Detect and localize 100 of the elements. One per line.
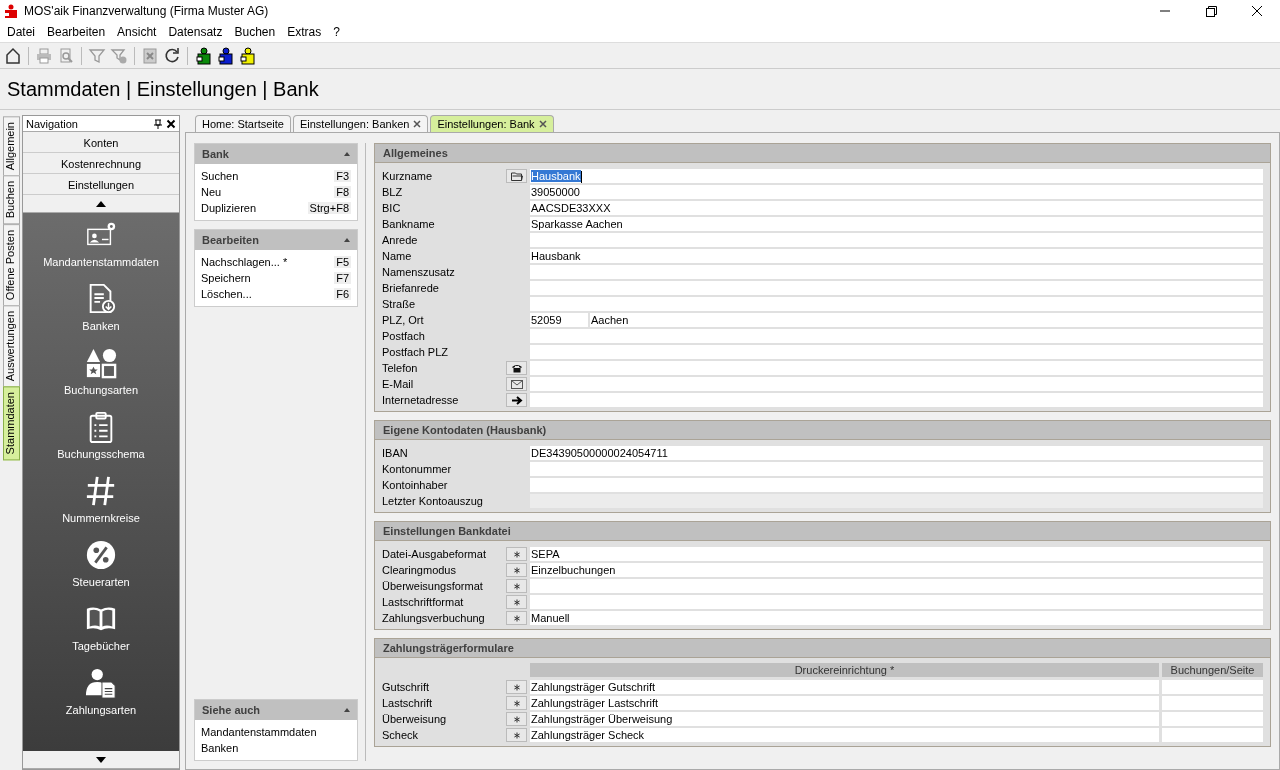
- text-field[interactable]: [1162, 696, 1263, 710]
- puzzle-person-icon[interactable]: [238, 46, 256, 65]
- document-tab[interactable]: Einstellungen: Banken: [292, 115, 429, 132]
- text-field[interactable]: [530, 361, 1263, 375]
- filter-icon[interactable]: [88, 46, 106, 65]
- text-field[interactable]: Aachen: [590, 313, 1263, 327]
- field-button[interactable]: [506, 595, 527, 609]
- text-field[interactable]: [530, 579, 1263, 593]
- printer-icon[interactable]: [35, 46, 53, 65]
- document-tab[interactable]: Home: Startseite: [195, 115, 291, 132]
- side-tab[interactable]: Stammdaten: [3, 386, 20, 461]
- filter-clear-icon[interactable]: [110, 46, 128, 65]
- field-button[interactable]: [506, 361, 527, 375]
- field-button[interactable]: [506, 579, 527, 593]
- navigation-item[interactable]: Nummernkreise: [62, 475, 140, 539]
- menu-item[interactable]: Extras: [282, 25, 329, 39]
- menu-item[interactable]: Datensatz: [163, 25, 230, 39]
- side-tab[interactable]: Auswertungen: [3, 304, 20, 388]
- field-button[interactable]: [506, 728, 527, 742]
- text-field[interactable]: Zahlungsträger Überweisung: [530, 712, 1159, 726]
- envelope-icon: [510, 379, 523, 389]
- field-button[interactable]: [506, 393, 527, 407]
- text-field[interactable]: AACSDE33XXX: [530, 201, 1263, 215]
- menu-item[interactable]: ?: [328, 25, 347, 39]
- text-field[interactable]: Hausbank: [530, 169, 1263, 183]
- navigation-item[interactable]: Buchungsarten: [64, 347, 138, 411]
- puzzle-person-icon[interactable]: [194, 46, 212, 65]
- text-field[interactable]: Hausbank: [530, 249, 1263, 263]
- puzzle-person-icon[interactable]: [216, 46, 234, 65]
- home-icon[interactable]: [4, 46, 22, 65]
- menu-item[interactable]: Buchen: [229, 25, 283, 39]
- task-link[interactable]: Nachschlagen... *: [201, 256, 288, 268]
- field-button[interactable]: [506, 611, 527, 625]
- collapse-icon[interactable]: [344, 708, 350, 712]
- text-field[interactable]: DE34390500000024054711: [530, 446, 1263, 460]
- navigation-item[interactable]: Steuerarten: [72, 539, 130, 603]
- navigation-item[interactable]: Banken: [82, 283, 120, 347]
- text-field[interactable]: Manuell: [530, 611, 1263, 625]
- text-field[interactable]: [530, 595, 1263, 609]
- text-field[interactable]: [1162, 712, 1263, 726]
- triangle-down-icon[interactable]: [96, 756, 106, 763]
- side-tab[interactable]: Offene Posten: [3, 223, 20, 306]
- task-link[interactable]: Mandantenstammdaten: [201, 724, 351, 740]
- text-field[interactable]: [530, 281, 1263, 295]
- field-button[interactable]: [506, 563, 527, 577]
- text-field[interactable]: [530, 345, 1263, 359]
- field-button[interactable]: [506, 547, 527, 561]
- collapse-icon[interactable]: [344, 152, 350, 156]
- collapse-icon[interactable]: [344, 238, 350, 242]
- text-field[interactable]: [530, 233, 1263, 247]
- field-label: E-Mail: [382, 378, 415, 390]
- task-link[interactable]: Duplizieren: [201, 202, 257, 214]
- navigation-item[interactable]: Tagebücher: [72, 603, 130, 667]
- navigation-item[interactable]: Mandantenstammdaten: [43, 219, 159, 283]
- text-field[interactable]: [530, 297, 1263, 311]
- close-icon[interactable]: [538, 120, 547, 128]
- field-button[interactable]: [506, 712, 527, 726]
- text-field[interactable]: [530, 393, 1263, 407]
- menu-item[interactable]: Datei: [2, 25, 42, 39]
- menu-item[interactable]: Bearbeiten: [42, 25, 113, 39]
- text-field[interactable]: Zahlungsträger Lastschrift: [530, 696, 1159, 710]
- field-label: BLZ: [382, 186, 404, 198]
- text-field[interactable]: [530, 377, 1263, 391]
- side-tab[interactable]: Allgemein: [3, 116, 20, 177]
- navigation-item[interactable]: Buchungsschema: [57, 411, 145, 475]
- text-field[interactable]: Sparkasse Aachen: [530, 217, 1263, 231]
- text-field[interactable]: [530, 478, 1263, 492]
- task-link[interactable]: Suchen: [201, 170, 239, 182]
- task-link[interactable]: Löschen...: [201, 288, 252, 300]
- menu-item[interactable]: Ansicht: [112, 25, 164, 39]
- task-link[interactable]: Banken: [201, 740, 351, 756]
- side-tab[interactable]: Buchen: [3, 175, 20, 225]
- close-icon[interactable]: [166, 118, 176, 129]
- text-field[interactable]: Zahlungsträger Gutschrift: [530, 680, 1159, 694]
- text-field[interactable]: Einzelbuchungen: [530, 563, 1263, 577]
- field-button[interactable]: [506, 169, 527, 183]
- text-field[interactable]: [530, 329, 1263, 343]
- text-field[interactable]: [530, 265, 1263, 279]
- text-field[interactable]: [1162, 680, 1263, 694]
- text-field[interactable]: [530, 462, 1263, 476]
- text-field[interactable]: 52059: [530, 313, 588, 327]
- person-document-icon: [85, 667, 117, 699]
- document-tab[interactable]: Einstellungen: Bank: [430, 115, 554, 132]
- text-field[interactable]: [1162, 728, 1263, 742]
- field-button[interactable]: [506, 680, 527, 694]
- close-icon[interactable]: [413, 120, 422, 128]
- field-button[interactable]: [506, 696, 527, 710]
- print-preview-icon[interactable]: [57, 46, 75, 65]
- field-label: Postfach PLZ: [382, 346, 450, 358]
- pin-icon[interactable]: [153, 118, 163, 129]
- triangle-up-icon[interactable]: [96, 200, 106, 207]
- task-link[interactable]: Neu: [201, 186, 222, 198]
- text-field[interactable]: 39050000: [530, 185, 1263, 199]
- refresh-icon[interactable]: [163, 46, 181, 65]
- task-link[interactable]: Speichern: [201, 272, 251, 284]
- navigation-item[interactable]: Zahlungsarten: [65, 667, 137, 731]
- field-button[interactable]: [506, 377, 527, 391]
- text-field[interactable]: Zahlungsträger Scheck: [530, 728, 1159, 742]
- shortcut-key: F3: [334, 170, 351, 182]
- text-field[interactable]: SEPA: [530, 547, 1263, 561]
